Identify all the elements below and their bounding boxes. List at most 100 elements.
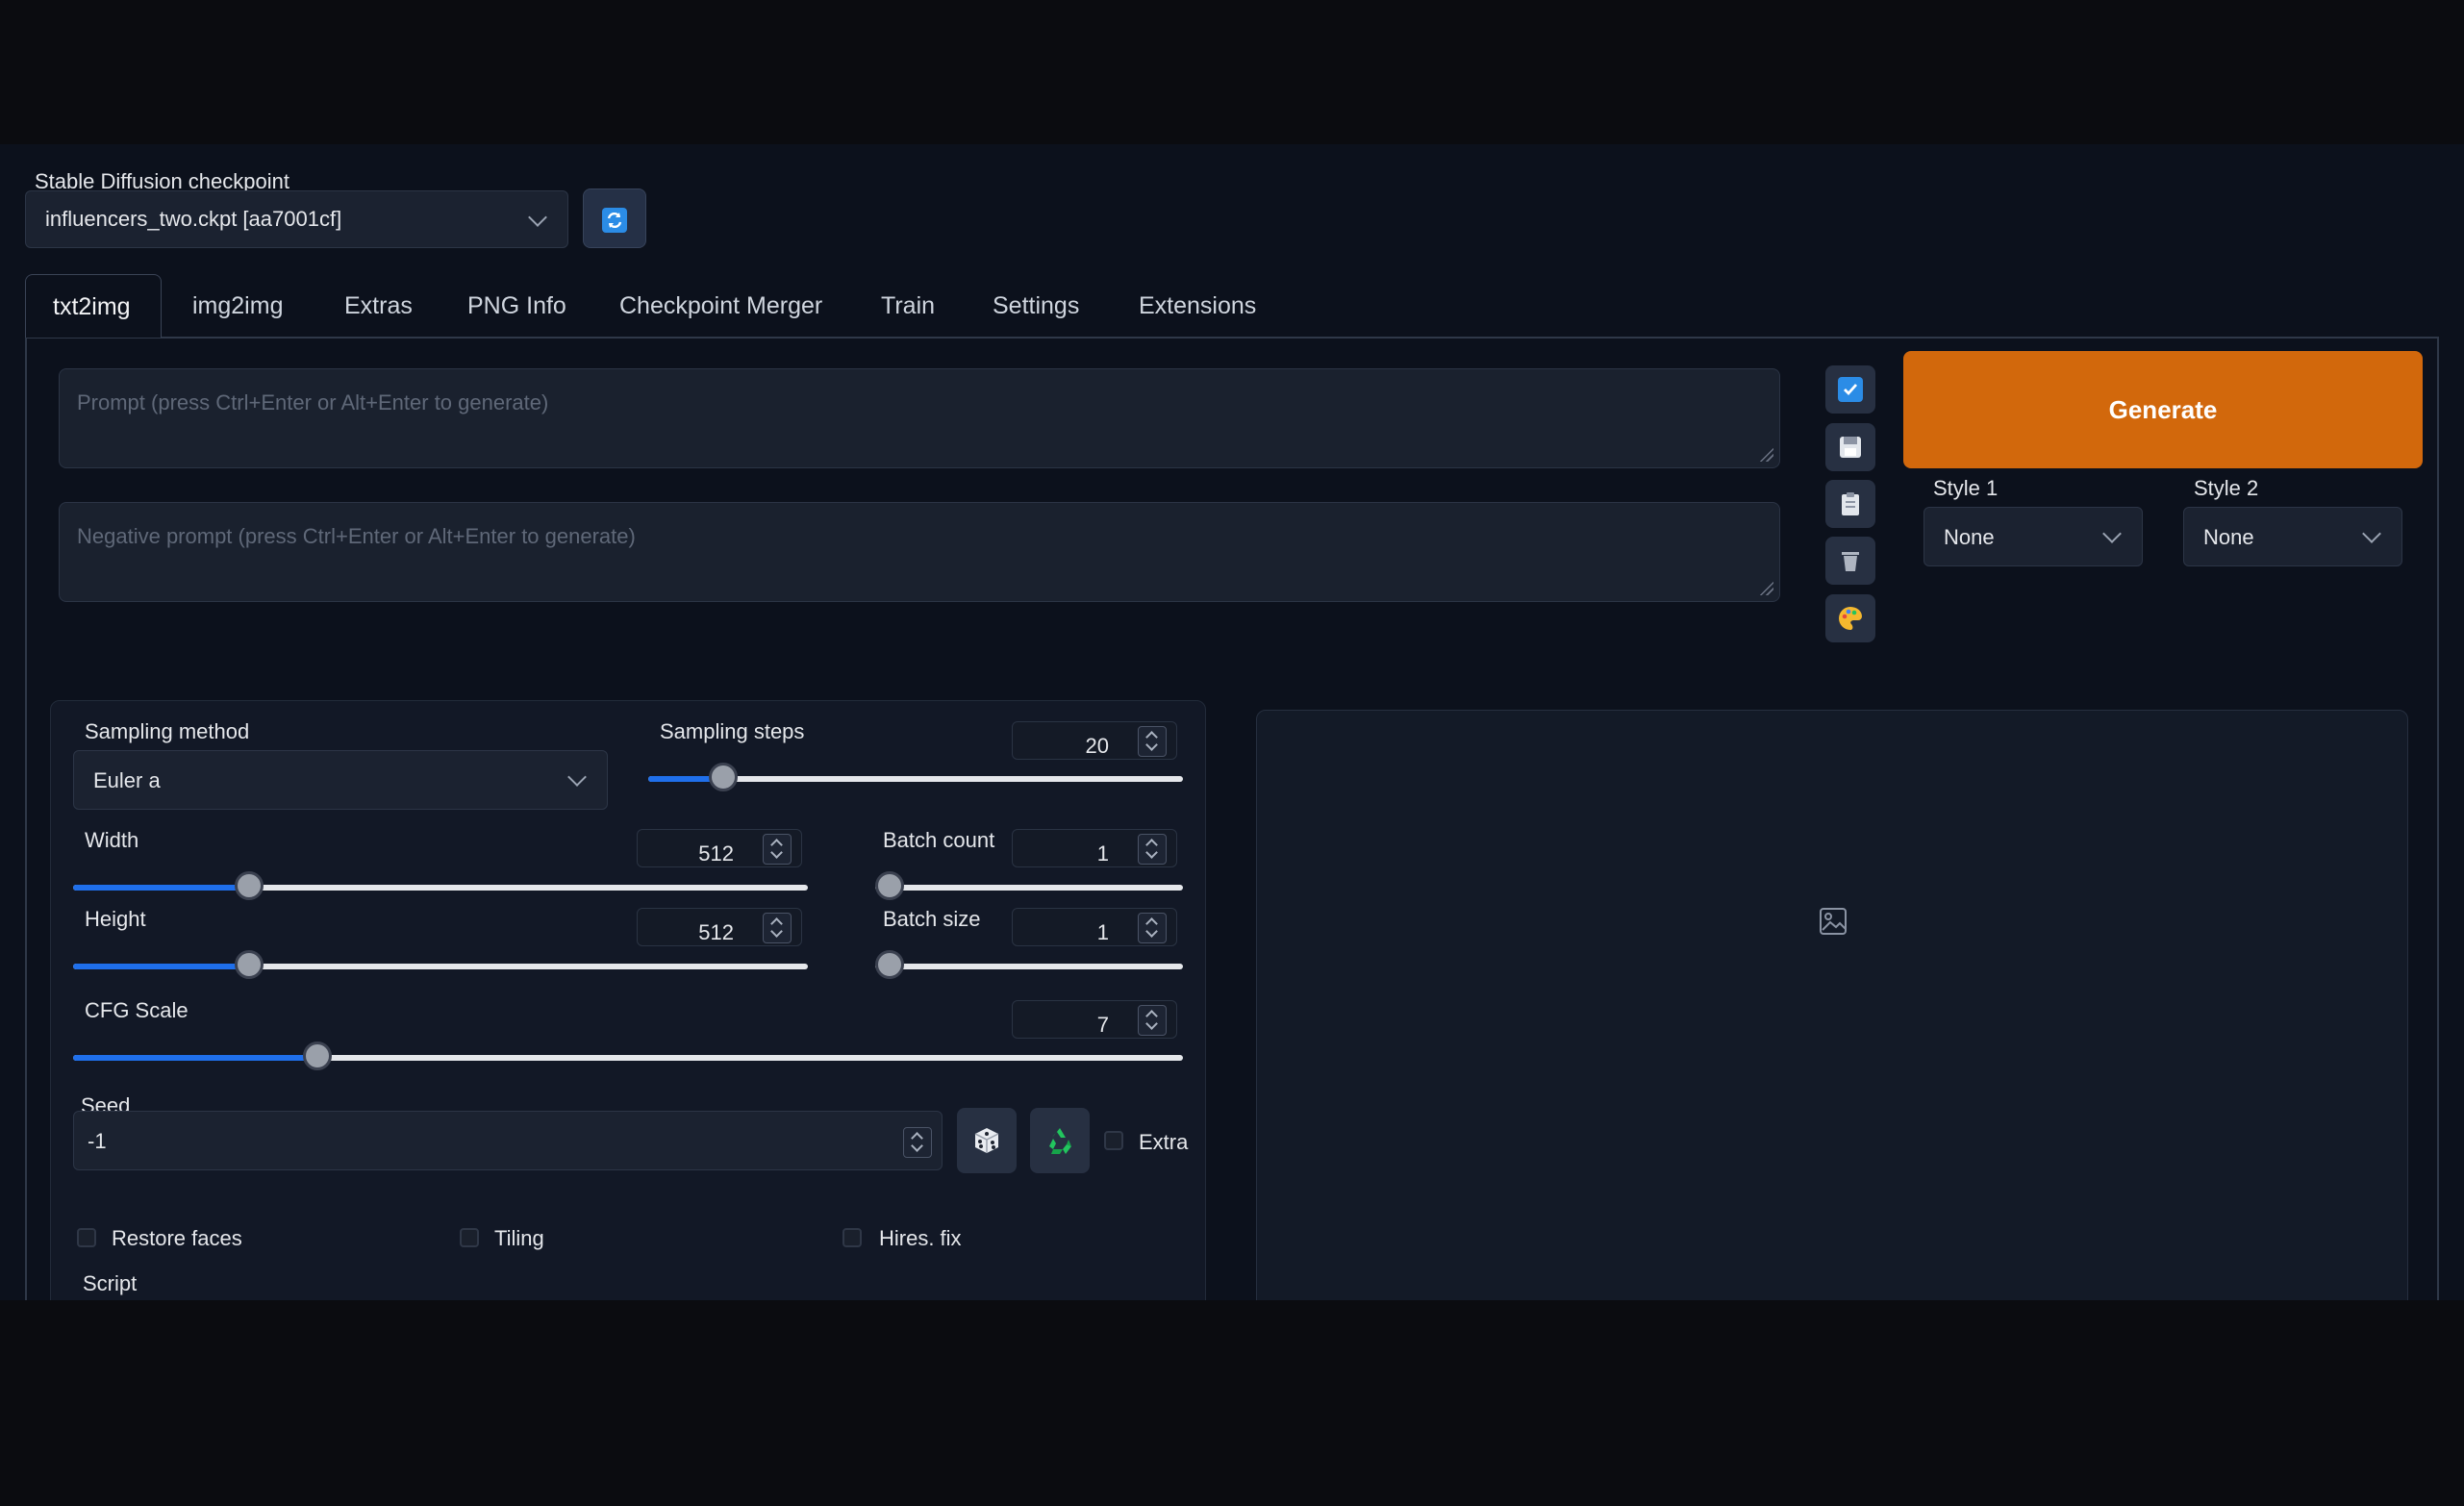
- sampling-method-label: Sampling method: [85, 719, 250, 743]
- generate-button[interactable]: Generate: [1903, 351, 2423, 468]
- tab-checkpoint-merger[interactable]: Checkpoint Merger: [592, 274, 849, 338]
- checkpoint-select[interactable]: influencers_two.ckpt [aa7001cf]: [25, 190, 568, 248]
- stepper-icon[interactable]: [763, 834, 792, 865]
- batch-size-slider[interactable]: [875, 950, 1183, 979]
- sampling-steps-label: Sampling steps: [660, 719, 805, 743]
- cfg-scale-slider[interactable]: [73, 1042, 1183, 1070]
- refresh-icon: [602, 208, 627, 233]
- resize-handle-icon[interactable]: [1758, 580, 1773, 595]
- batch-size-label: Batch size: [883, 907, 981, 931]
- cfg-scale-value: 7: [1096, 1013, 1109, 1037]
- height-label: Height: [85, 907, 146, 931]
- chevron-down-icon: [528, 208, 547, 227]
- width-input[interactable]: 512: [637, 829, 802, 867]
- height-slider-fill: [73, 964, 250, 969]
- palette-icon: [1839, 607, 1862, 630]
- cfg-scale-slider-fill: [73, 1055, 317, 1061]
- chevron-down-icon: [567, 767, 587, 787]
- apply-styles-button[interactable]: [1825, 594, 1875, 642]
- clear-prompt-button[interactable]: [1825, 537, 1875, 585]
- checkbox-icon: [1838, 377, 1863, 402]
- trash-icon: [1842, 552, 1859, 571]
- hires-fix-label: Hires. fix: [879, 1226, 962, 1250]
- tab-extras[interactable]: Extras: [317, 274, 440, 338]
- height-slider[interactable]: [73, 950, 808, 979]
- save-style-button[interactable]: [1825, 423, 1875, 471]
- tab-img2img[interactable]: img2img: [165, 274, 310, 338]
- prompt-textarea[interactable]: Prompt (press Ctrl+Enter or Alt+Enter to…: [59, 368, 1780, 468]
- style-1-select[interactable]: None: [1923, 507, 2143, 566]
- seed-value: -1: [88, 1129, 107, 1153]
- tab-train[interactable]: Train: [854, 274, 962, 338]
- stepper-icon[interactable]: [763, 913, 792, 943]
- seed-input[interactable]: -1: [73, 1111, 943, 1170]
- save-icon: [1840, 437, 1861, 458]
- show-extra-networks-button[interactable]: [1825, 365, 1875, 414]
- width-value: 512: [698, 841, 734, 866]
- height-value: 512: [698, 920, 734, 944]
- image-placeholder-icon: [1820, 908, 1847, 935]
- style-2-value: None: [2203, 525, 2254, 549]
- chevron-down-icon: [2362, 524, 2381, 543]
- width-label: Width: [85, 828, 139, 852]
- chevron-down-icon: [2102, 524, 2122, 543]
- resize-handle-icon[interactable]: [1758, 446, 1773, 462]
- tab-txt2img[interactable]: txt2img: [25, 274, 162, 338]
- sampling-steps-slider[interactable]: [648, 763, 1183, 791]
- sampling-method-value: Euler a: [93, 768, 161, 792]
- panel-border-left: [25, 337, 27, 1300]
- restore-faces-label: Restore faces: [112, 1226, 242, 1250]
- stepper-icon[interactable]: [1138, 834, 1167, 865]
- negative-prompt-placeholder: Negative prompt (press Ctrl+Enter or Alt…: [77, 524, 636, 548]
- hires-fix-checkbox[interactable]: [842, 1228, 862, 1247]
- panel-border-right: [2437, 337, 2439, 1300]
- style-2-label: Style 2: [2194, 476, 2259, 500]
- sampling-steps-input[interactable]: 20: [1012, 721, 1177, 760]
- batch-size-slider-thumb[interactable]: [875, 950, 904, 979]
- batch-size-value: 1: [1096, 920, 1109, 944]
- stepper-icon[interactable]: [1138, 726, 1167, 757]
- style-2-select[interactable]: None: [2183, 507, 2402, 566]
- width-slider[interactable]: [73, 871, 808, 900]
- dice-icon: [974, 1128, 999, 1153]
- random-seed-button[interactable]: [957, 1108, 1017, 1173]
- batch-count-slider[interactable]: [875, 871, 1183, 900]
- batch-count-value: 1: [1096, 841, 1109, 866]
- clipboard-icon: [1842, 492, 1859, 515]
- tab-png-info[interactable]: PNG Info: [440, 274, 593, 338]
- tiling-checkbox[interactable]: [460, 1228, 479, 1247]
- reuse-seed-button[interactable]: [1030, 1108, 1090, 1173]
- batch-size-input[interactable]: 1: [1012, 908, 1177, 946]
- script-label: Script: [83, 1271, 138, 1295]
- tab-extensions[interactable]: Extensions: [1112, 274, 1283, 338]
- checkpoint-value: influencers_two.ckpt [aa7001cf]: [45, 207, 342, 231]
- prompt-placeholder: Prompt (press Ctrl+Enter or Alt+Enter to…: [77, 390, 549, 414]
- cfg-scale-input[interactable]: 7: [1012, 1000, 1177, 1039]
- sampling-steps-value: 20: [1085, 734, 1109, 758]
- stepper-icon[interactable]: [1138, 913, 1167, 943]
- stepper-icon[interactable]: [903, 1127, 932, 1158]
- sampling-method-select[interactable]: Euler a: [73, 750, 608, 810]
- negative-prompt-textarea[interactable]: Negative prompt (press Ctrl+Enter or Alt…: [59, 502, 1780, 602]
- paste-button[interactable]: [1825, 480, 1875, 528]
- width-slider-fill: [73, 885, 250, 891]
- letterbox-bottom: [0, 1300, 2464, 1506]
- height-input[interactable]: 512: [637, 908, 802, 946]
- output-gallery: [1256, 710, 2408, 1300]
- cfg-scale-slider-thumb[interactable]: [302, 1042, 332, 1070]
- style-1-label: Style 1: [1933, 476, 1999, 500]
- style-1-value: None: [1944, 525, 1995, 549]
- refresh-checkpoint-button[interactable]: [583, 188, 646, 248]
- recycle-icon: [1049, 1128, 1071, 1154]
- tiling-label: Tiling: [494, 1226, 544, 1250]
- batch-count-slider-thumb[interactable]: [875, 871, 904, 900]
- app-window: Stable Diffusion checkpoint influencers_…: [0, 144, 2464, 1300]
- batch-count-input[interactable]: 1: [1012, 829, 1177, 867]
- stepper-icon[interactable]: [1138, 1005, 1167, 1036]
- extra-seed-label: Extra: [1139, 1130, 1189, 1154]
- batch-count-label: Batch count: [883, 828, 995, 852]
- restore-faces-checkbox[interactable]: [77, 1228, 96, 1247]
- extra-seed-checkbox[interactable]: [1104, 1131, 1123, 1150]
- sampling-steps-slider-thumb[interactable]: [708, 763, 738, 791]
- tab-settings[interactable]: Settings: [966, 274, 1106, 338]
